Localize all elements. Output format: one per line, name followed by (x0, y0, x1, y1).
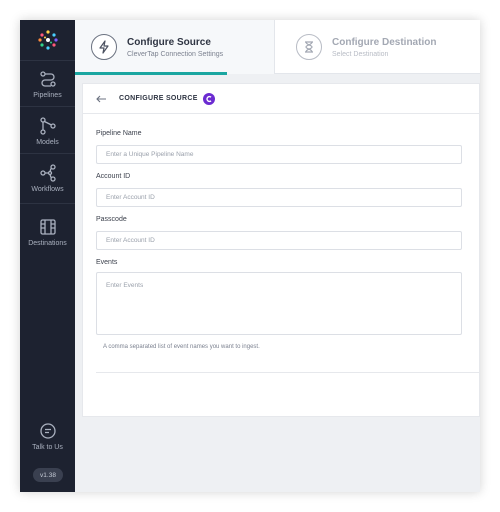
events-hint: A comma separated list of event names yo… (103, 344, 260, 350)
sidebar-item-workflows[interactable]: Workflows (20, 164, 75, 193)
arrow-left-icon (95, 95, 106, 102)
events-textarea[interactable] (96, 272, 462, 335)
account-id-label: Account ID (96, 173, 131, 180)
step-configure-destination[interactable]: Configure Destination Select Destination (276, 20, 480, 74)
step-subtitle: Select Destination (332, 50, 389, 58)
step-circle (296, 34, 322, 60)
talk-to-us-button[interactable]: Talk to Us (20, 422, 75, 451)
account-id-group: Account ID (96, 173, 462, 207)
step-title: Configure Source (127, 36, 211, 48)
sidebar-item-pipelines[interactable]: Pipelines (20, 70, 75, 99)
events-label: Events (96, 259, 118, 266)
lightning-icon (99, 40, 109, 54)
sidebar-divider (20, 60, 75, 61)
account-id-input[interactable] (96, 188, 462, 207)
pipelines-icon (39, 71, 56, 87)
configure-source-card: CONFIGURE SOURCE Pipeline Name Account I… (82, 83, 480, 417)
sidebar-item-label: Workflows (31, 186, 64, 193)
events-group: Events A comma separated list of event n… (96, 259, 462, 350)
step-progress-bar (75, 72, 227, 75)
sidebar-divider (20, 106, 75, 107)
sidebar-item-label: Destinations (28, 240, 67, 247)
destinations-icon (39, 219, 56, 235)
clevertap-logo-icon (202, 92, 215, 105)
pipeline-name-input[interactable] (96, 145, 462, 164)
passcode-label: Passcode (96, 216, 127, 223)
app-logo[interactable] (20, 20, 75, 60)
step-title: Configure Destination (332, 36, 437, 48)
step-subtitle: CleverTap Connection Settings (127, 50, 224, 58)
pipeline-name-group: Pipeline Name (96, 130, 462, 164)
sidebar-item-destinations[interactable]: Destinations (20, 218, 75, 247)
chat-icon (39, 423, 56, 439)
form-divider (96, 372, 480, 373)
pipeline-name-label: Pipeline Name (96, 130, 142, 137)
version-badge: v1.38 (33, 468, 63, 482)
hourglass-icon (305, 41, 313, 53)
sidebar-divider (20, 203, 75, 204)
back-button[interactable] (93, 91, 109, 107)
logo-icon (37, 30, 58, 50)
source-form: Pipeline Name Account ID Passcode Events… (96, 130, 462, 359)
sidebar-item-label: Models (36, 139, 59, 146)
card-title: CONFIGURE SOURCE (119, 95, 198, 102)
models-icon (39, 117, 56, 135)
help-label: Talk to Us (32, 444, 63, 451)
app-window: Pipelines Models Workflows Destinations … (20, 20, 480, 492)
passcode-group: Passcode (96, 216, 462, 250)
wizard-steps: Configure Source CleverTap Connection Se… (75, 20, 480, 75)
workflows-icon (39, 164, 56, 182)
passcode-input[interactable] (96, 231, 462, 250)
card-header: CONFIGURE SOURCE (83, 84, 479, 114)
sidebar: Pipelines Models Workflows Destinations … (20, 20, 75, 492)
sidebar-item-label: Pipelines (33, 92, 62, 99)
sidebar-item-models[interactable]: Models (20, 117, 75, 146)
sidebar-divider (20, 153, 75, 154)
step-circle (91, 34, 117, 60)
step-configure-source[interactable]: Configure Source CleverTap Connection Se… (75, 20, 275, 75)
